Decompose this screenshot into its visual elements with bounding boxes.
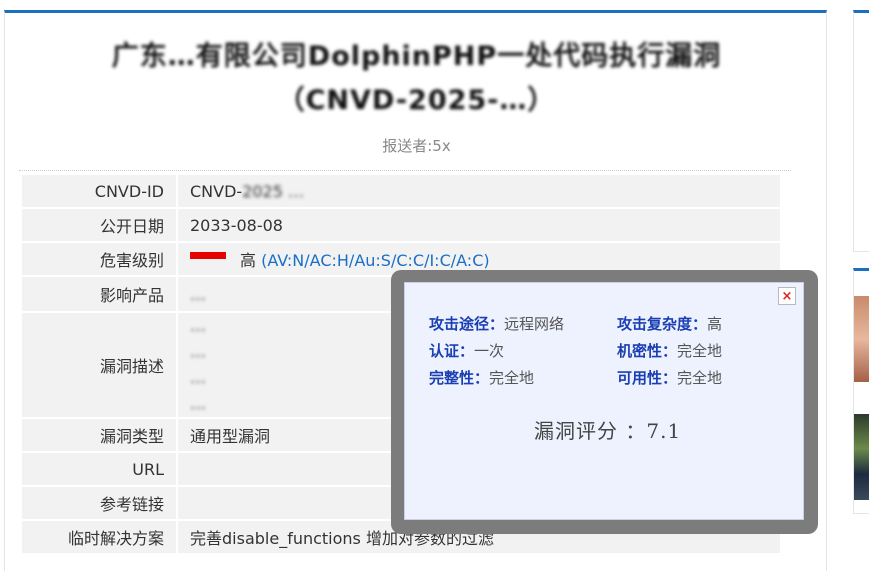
metric-attack-complexity: 攻击复杂度：高 bbox=[617, 315, 723, 333]
metric-integrity: 完整性：完全地 bbox=[429, 369, 535, 387]
table-row: CNVD-ID CNVD-2025 … bbox=[20, 173, 782, 209]
cnvd-id-blurred: 2025 … bbox=[242, 181, 304, 201]
cvss-vector-link[interactable]: (AV:N/AC:H/Au:S/C:C/I:C/A:C) bbox=[261, 251, 490, 270]
row-label: 漏洞描述 bbox=[20, 311, 178, 419]
metric-attack-vector: 攻击途径：远程网络 bbox=[429, 315, 565, 333]
row-label: 影响产品 bbox=[20, 275, 178, 313]
title-line-2: （CNVD-2025-…） bbox=[277, 85, 556, 116]
severity-level: 高 bbox=[240, 251, 257, 270]
vulnerability-score: 漏洞评分 ：7.1 bbox=[534, 419, 682, 443]
metric-confidentiality: 机密性：完全地 bbox=[617, 342, 723, 360]
sidebar-card bbox=[853, 10, 869, 252]
metric-availability: 可用性：完全地 bbox=[617, 369, 723, 387]
row-label: 危害级别 bbox=[20, 241, 178, 277]
close-button[interactable]: × bbox=[778, 287, 796, 305]
severity-bar bbox=[190, 252, 226, 259]
row-label: 漏洞类型 bbox=[20, 417, 178, 453]
row-label: CNVD-ID bbox=[20, 173, 178, 209]
reporter-text: 报送者:5x bbox=[382, 137, 451, 155]
table-row: 公开日期 2033-08-08 bbox=[20, 207, 782, 243]
row-label: 参考链接 bbox=[20, 485, 178, 521]
divider bbox=[19, 170, 791, 171]
row-label: URL bbox=[20, 451, 178, 487]
publish-date-value: 2033-08-08 bbox=[176, 207, 782, 243]
title-line-1: 广东…有限公司DolphinPHP一处代码执行漏洞 bbox=[111, 41, 722, 72]
thumbnail-image[interactable] bbox=[854, 414, 869, 500]
metric-authentication: 认证：一次 bbox=[429, 342, 505, 360]
page-title: 广东…有限公司DolphinPHP一处代码执行漏洞 （CNVD-2025-…） bbox=[5, 35, 828, 123]
row-label: 公开日期 bbox=[20, 207, 178, 243]
row-label: 临时解决方案 bbox=[20, 519, 178, 555]
cnvd-id-value: CNVD-2025 … bbox=[176, 173, 782, 209]
thumbnail-image[interactable] bbox=[854, 296, 869, 382]
